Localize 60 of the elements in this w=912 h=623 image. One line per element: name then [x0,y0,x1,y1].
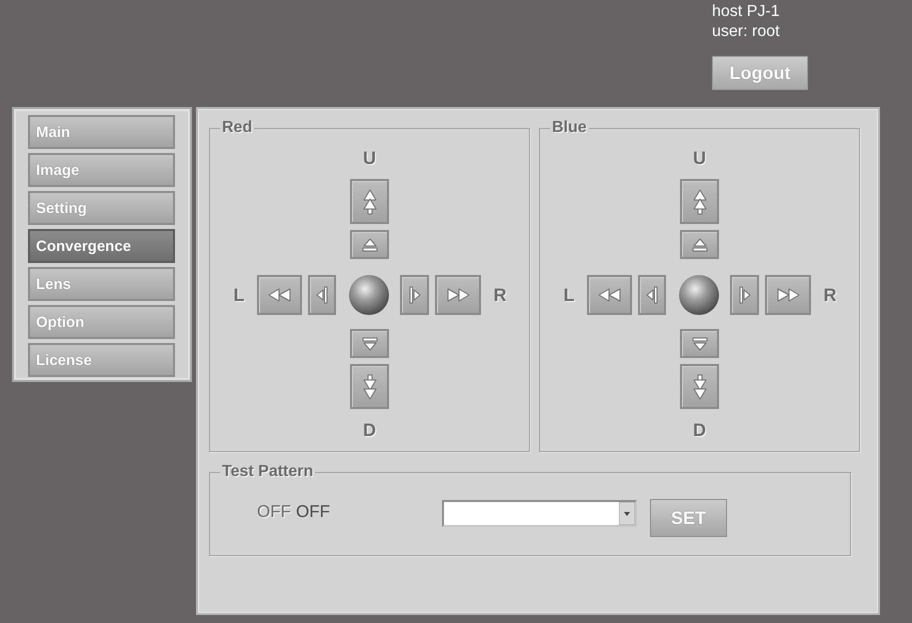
step-up-button[interactable] [680,230,719,259]
fast-left-button[interactable] [257,275,302,315]
down-triangle-bar-icon [360,336,378,350]
direction-label: L [562,285,576,305]
step-left-button[interactable] [308,275,336,315]
user-name-text: user: root [712,22,780,42]
fast-left-button[interactable] [587,275,632,315]
nav-button[interactable]: License [28,343,175,377]
step-left-button[interactable] [638,275,666,315]
fast-right-button[interactable] [435,275,481,315]
pattern-select[interactable] [442,500,637,527]
right-triangle-bar-icon [738,286,750,304]
step-right-button[interactable] [730,275,759,315]
double-left-triangle-icon [598,288,622,302]
step-down-button[interactable] [680,329,719,358]
step-up-button[interactable] [350,230,389,259]
sphere-icon [679,275,719,315]
fast-down-button[interactable] [350,364,389,409]
group-title: Red [221,118,254,138]
down-triangle-bar-icon [690,336,708,350]
double-down-triangle-icon [362,374,376,400]
group-title: Test Pattern [221,462,314,482]
fast-up-button[interactable] [350,179,389,224]
direction-label: U [692,148,707,168]
pattern-state-value: OFF [296,501,330,523]
double-right-triangle-icon [776,288,800,302]
step-right-button[interactable] [400,275,429,315]
fast-right-button[interactable] [765,275,811,315]
fast-up-button[interactable] [680,179,719,224]
fast-down-button[interactable] [680,364,719,409]
host-name-text: host PJ-1 [712,2,780,22]
step-down-button[interactable] [350,329,389,358]
direction-label: U [362,148,377,168]
group-title: Blue [551,118,588,138]
sphere-icon [349,275,389,315]
nav-button[interactable]: Setting [28,191,175,225]
nav-button[interactable]: Lens [28,267,175,301]
direction-label: D [362,420,377,440]
up-triangle-bar-icon [690,238,708,252]
caret-icon [619,502,635,525]
double-left-triangle-icon [268,288,292,302]
double-up-triangle-icon [692,188,706,214]
double-up-triangle-icon [362,188,376,214]
left-triangle-bar-icon [646,286,658,304]
direction-label: D [692,420,707,440]
double-right-triangle-icon [446,288,470,302]
double-down-triangle-icon [692,374,706,400]
logout-button[interactable]: Logout [712,56,808,90]
nav-button[interactable]: Main [28,115,175,149]
up-triangle-bar-icon [360,238,378,252]
nav-button[interactable]: Convergence [28,229,175,263]
pattern-state-label: OFF [257,501,291,523]
direction-label: R [492,285,508,305]
set-button[interactable]: SET [650,499,727,537]
direction-label: R [822,285,838,305]
right-triangle-bar-icon [408,286,420,304]
left-triangle-bar-icon [316,286,328,304]
direction-label: L [232,285,246,305]
nav-button[interactable]: Option [28,305,175,339]
nav-button[interactable]: Image [28,153,175,187]
